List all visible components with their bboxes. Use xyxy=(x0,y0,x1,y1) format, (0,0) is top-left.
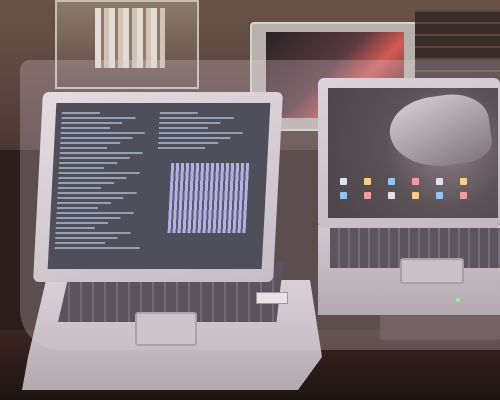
photo-scene xyxy=(0,0,500,400)
stacked-books xyxy=(95,8,165,68)
washed-overlay xyxy=(20,60,500,350)
